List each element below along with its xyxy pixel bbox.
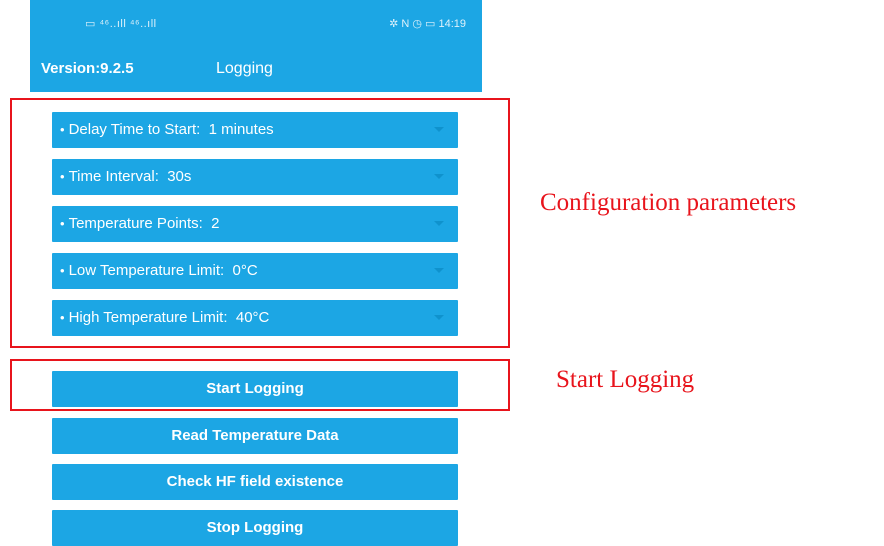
stop-logging-button[interactable]: Stop Logging (52, 510, 458, 546)
status-bar: ▭ ⁴⁶..ıll ⁴⁶..ıll ✲ N ◷ ▭ 14:19 (30, 0, 482, 48)
version-label: Version:9.2.5 (41, 60, 134, 77)
read-temperature-button[interactable]: Read Temperature Data (52, 418, 458, 454)
signal-icons: ▭ ⁴⁶..ıll ⁴⁶..ıll (85, 18, 157, 30)
app-header: ▭ ⁴⁶..ıll ⁴⁶..ıll ✲ N ◷ ▭ 14:19 Version:… (30, 0, 482, 92)
config-highlight-box (10, 98, 510, 348)
config-annotation: Configuration parameters (540, 189, 797, 216)
title-row: Version:9.2.5 Logging (30, 48, 482, 88)
page-title: Logging (216, 60, 273, 77)
check-hf-field-button[interactable]: Check HF field existence (52, 464, 458, 500)
start-annotation: Start Logging (556, 366, 695, 393)
start-highlight-box (10, 359, 510, 411)
status-time: ✲ N ◷ ▭ 14:19 (389, 18, 466, 30)
